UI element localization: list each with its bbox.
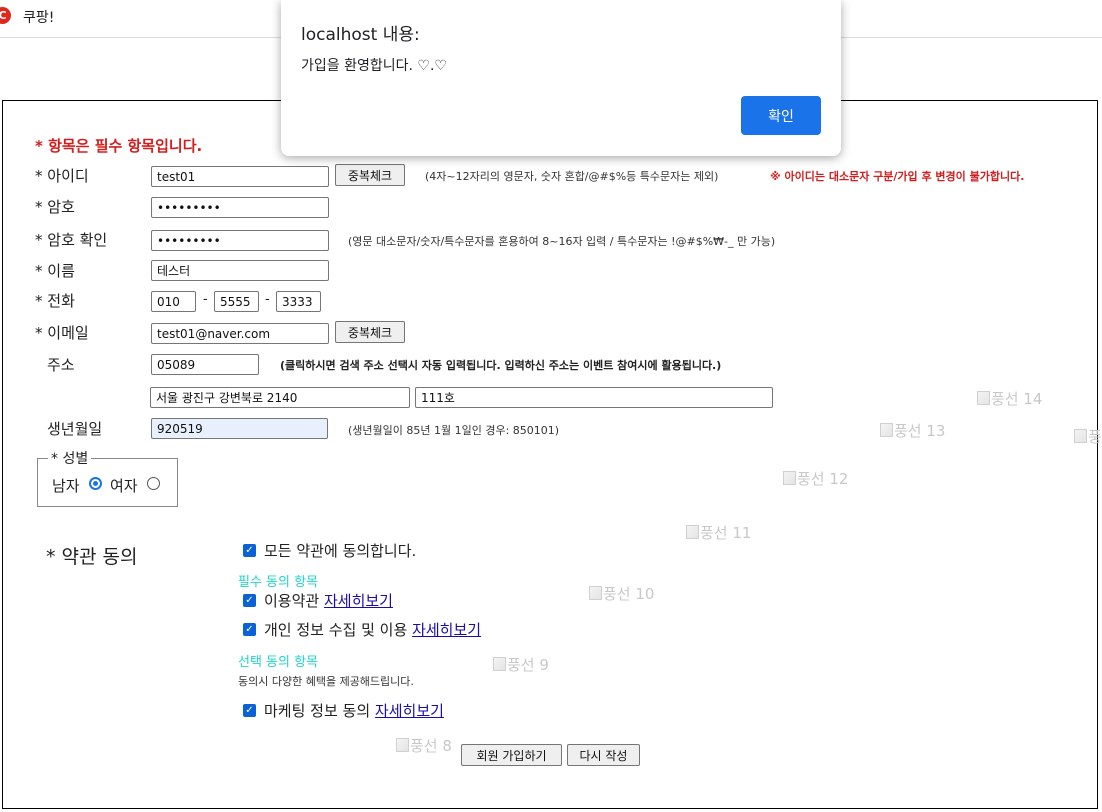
birth-hint: (생년월일이 85년 1월 1일인 경우: 850101) [348,424,560,437]
privacy-detail-link[interactable]: 자세히보기 [412,621,481,639]
optional-description: 동의시 다양한 혜택을 제공해드립니다. [238,675,414,688]
name-input[interactable] [151,260,329,281]
required-note: * 항목은 필수 항목입니다. [35,137,203,155]
phone-separator: - [265,292,270,307]
email-label: * 이메일 [35,324,89,342]
email-dup-check-button[interactable]: 중복체크 [335,321,405,343]
address-line1-input[interactable] [150,387,410,408]
balloon-image-15: 풍 [1074,426,1102,447]
password-confirm-label: * 암호 확인 [35,231,108,249]
privacy-checkbox[interactable]: ✓ [243,623,256,636]
marketing-checkbox[interactable]: ✓ [243,704,256,717]
terms-title: * 약관 동의 [46,546,138,568]
phone-part2-input[interactable] [214,291,259,312]
name-label: * 이름 [35,262,75,280]
marketing-detail-link[interactable]: 자세히보기 [375,702,444,720]
address-line2-input[interactable] [415,387,773,408]
coupang-favicon-icon: C [0,7,11,24]
password-label: * 암호 [35,198,75,216]
all-agree-checkbox[interactable]: ✓ [243,544,256,557]
birth-input[interactable] [151,418,328,439]
balloon-image-8: 풍선 8 [396,735,452,756]
password-confirm-input[interactable] [151,230,329,251]
balloon-image-12: 풍선 12 [783,468,848,489]
phone-label: * 전화 [35,292,75,310]
gender-female-radio[interactable] [147,477,160,490]
submit-button[interactable]: 회원 가입하기 [461,744,562,766]
all-agree-label: 모든 약관에 동의합니다. [264,542,417,560]
gender-male-radio[interactable] [89,477,102,490]
optional-section-heading: 선택 동의 항목 [238,655,319,670]
privacy-label: 개인 정보 수집 및 이용 [264,621,408,639]
postcode-input[interactable] [151,354,259,375]
required-section-heading: 필수 동의 항목 [238,575,319,590]
id-dup-check-button[interactable]: 중복체크 [335,164,405,186]
marketing-label: 마케팅 정보 동의 [264,702,371,720]
address-label: 주소 [47,356,75,374]
gender-female-label: 여자 [110,477,138,495]
balloon-image-9: 풍선 9 [493,654,549,675]
birth-label: 생년월일 [47,420,103,438]
terms-of-use-detail-link[interactable]: 자세히보기 [324,592,393,610]
tab-title[interactable]: 쿠팡! [23,7,54,27]
signup-form: * 항목은 필수 항목입니다. * 아이디 중복체크 (4자~12자리의 영문자… [2,100,1102,809]
password-hint: (영문 대소문자/숫자/특수문자를 혼용하여 8~16자 입력 / 특수문자는 … [348,235,776,248]
phone-separator: - [203,292,208,307]
phone-part3-input[interactable] [276,291,321,312]
reset-button[interactable]: 다시 작성 [567,744,640,766]
terms-of-use-label: 이용약관 [264,592,320,610]
id-input[interactable] [151,166,329,187]
alert-dialog: localhost 내용: 가입을 환영합니다. ♡.♡ 확인 [281,0,841,156]
dialog-ok-button[interactable]: 확인 [741,96,821,135]
balloon-image-11: 풍선 11 [686,522,751,543]
marketing-item: 마케팅 정보 동의 자세히보기 [264,700,444,721]
id-hint: (4자~12자리의 영문자, 숫자 혼합/@#$%등 특수문자는 제외) [425,170,719,183]
gender-legend: * 성별 [51,451,89,467]
address-hint: (클릭하시면 검색 주소 선택시 자동 입력됩니다. 입력하신 주소는 이벤트 … [280,359,722,372]
dialog-message: 가입을 환영합니다. ♡.♡ [301,58,447,74]
privacy-item: 개인 정보 수집 및 이용 자세히보기 [264,619,481,640]
phone-part1-input[interactable] [151,291,196,312]
terms-of-use-item: 이용약관 자세히보기 [264,590,393,611]
id-warning: ※ 아이디는 대소문자 구분/가입 후 변경이 불가합니다. [770,170,1025,183]
password-input[interactable] [151,197,329,218]
balloon-image-13: 풍선 13 [880,420,945,441]
balloon-image-14: 풍선 14 [977,388,1042,409]
gender-male-label: 남자 [52,477,80,495]
id-label: * 아이디 [35,167,89,185]
dialog-title: localhost 내용: [301,25,420,45]
balloon-image-10: 풍선 10 [589,583,654,604]
email-input[interactable] [151,323,329,344]
terms-of-use-checkbox[interactable]: ✓ [243,594,256,607]
